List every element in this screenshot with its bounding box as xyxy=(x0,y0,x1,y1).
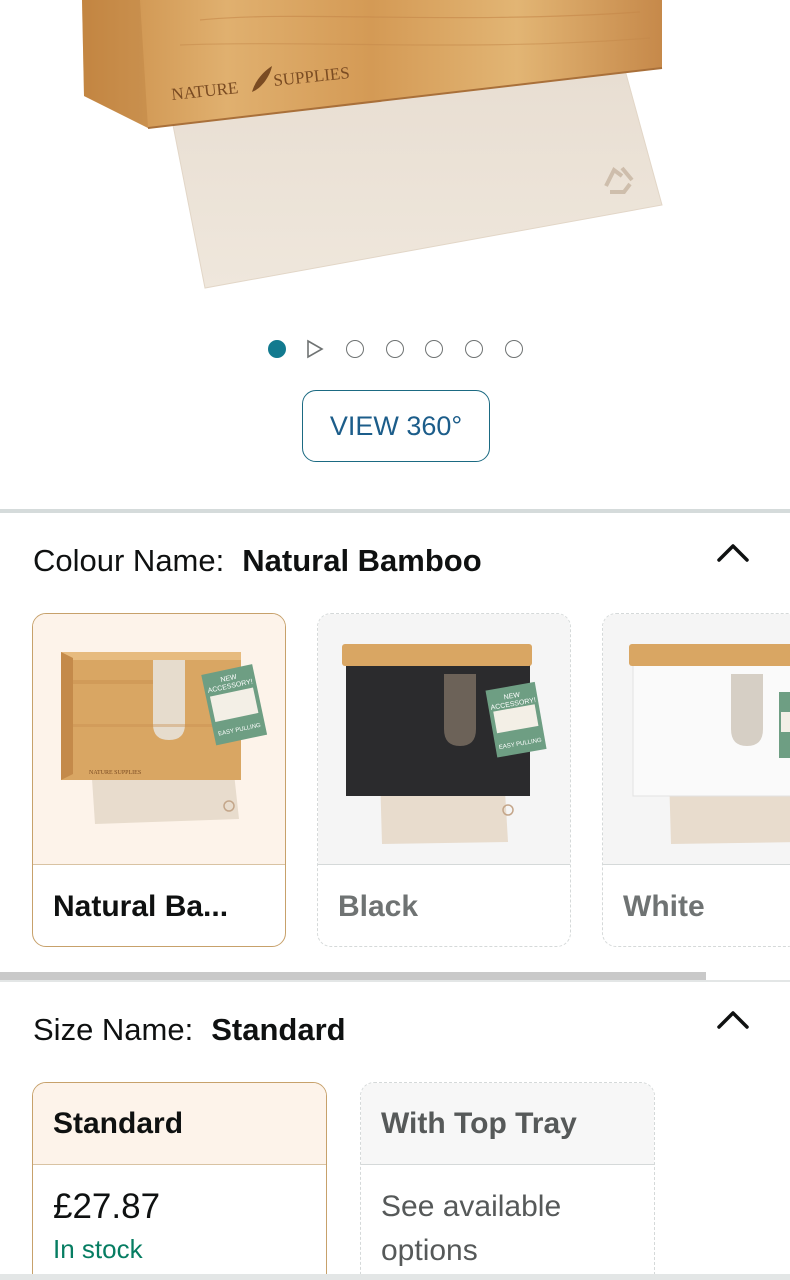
carousel-dot-7[interactable] xyxy=(505,340,523,358)
image-carousel-dots xyxy=(0,338,790,360)
carousel-dot-6[interactable] xyxy=(465,340,483,358)
see-options-line2: options xyxy=(381,1234,478,1267)
product-image[interactable]: NATURE SUPPLIES xyxy=(0,0,790,330)
size-option-label: With Top Tray xyxy=(361,1083,654,1165)
size-name-heading: Size Name: Standard xyxy=(33,1012,346,1048)
video-play-icon[interactable] xyxy=(305,339,325,359)
chevron-up-icon[interactable] xyxy=(714,538,752,566)
view-360-button[interactable]: VIEW 360° xyxy=(302,390,490,462)
colour-name-label: Colour Name: xyxy=(33,543,225,578)
stock-status: In stock xyxy=(53,1234,143,1264)
colour-option-white[interactable]: White xyxy=(602,613,790,947)
size-name-label: Size Name: xyxy=(33,1012,194,1047)
section-divider xyxy=(0,509,790,513)
bottom-divider xyxy=(0,1274,790,1280)
colour-name-heading: Colour Name: Natural Bamboo xyxy=(33,543,482,579)
black-thumbnail: NEW ACCESSORY! EASY PULLING xyxy=(318,614,570,864)
paper-towel-dispenser-image: NATURE SUPPLIES xyxy=(82,0,663,289)
white-thumbnail xyxy=(603,614,790,864)
colour-option-label: Black xyxy=(318,864,570,946)
colour-name-value: Natural Bamboo xyxy=(242,543,482,578)
colour-option-label: Natural Ba... xyxy=(33,864,285,946)
price: £27.87 xyxy=(53,1187,161,1226)
swatch-scrollbar[interactable] xyxy=(0,972,706,980)
colour-option-natural-bamboo[interactable]: NEW ACCESSORY! EASY PULLING NATURE SUPPL… xyxy=(32,613,286,947)
section-divider xyxy=(0,980,790,982)
thumb-brand: NATURE SUPPLIES xyxy=(89,770,141,776)
size-option-standard[interactable]: Standard £27.87 In stock xyxy=(32,1082,327,1280)
size-option-with-top-tray[interactable]: With Top Tray See available options xyxy=(360,1082,655,1280)
chevron-up-icon[interactable] xyxy=(714,1005,752,1033)
carousel-dot-5[interactable] xyxy=(425,340,443,358)
size-name-value: Standard xyxy=(211,1012,346,1047)
colour-option-label: White xyxy=(603,864,790,946)
carousel-dot-4[interactable] xyxy=(386,340,404,358)
carousel-dot-3[interactable] xyxy=(346,340,364,358)
natural-bamboo-thumbnail: NEW ACCESSORY! EASY PULLING NATURE SUPPL… xyxy=(33,614,285,864)
see-options-line1: See available xyxy=(381,1190,562,1223)
colour-option-black[interactable]: NEW ACCESSORY! EASY PULLING Black xyxy=(317,613,571,947)
carousel-dot-1[interactable] xyxy=(268,340,286,358)
size-option-label: Standard xyxy=(33,1083,326,1165)
